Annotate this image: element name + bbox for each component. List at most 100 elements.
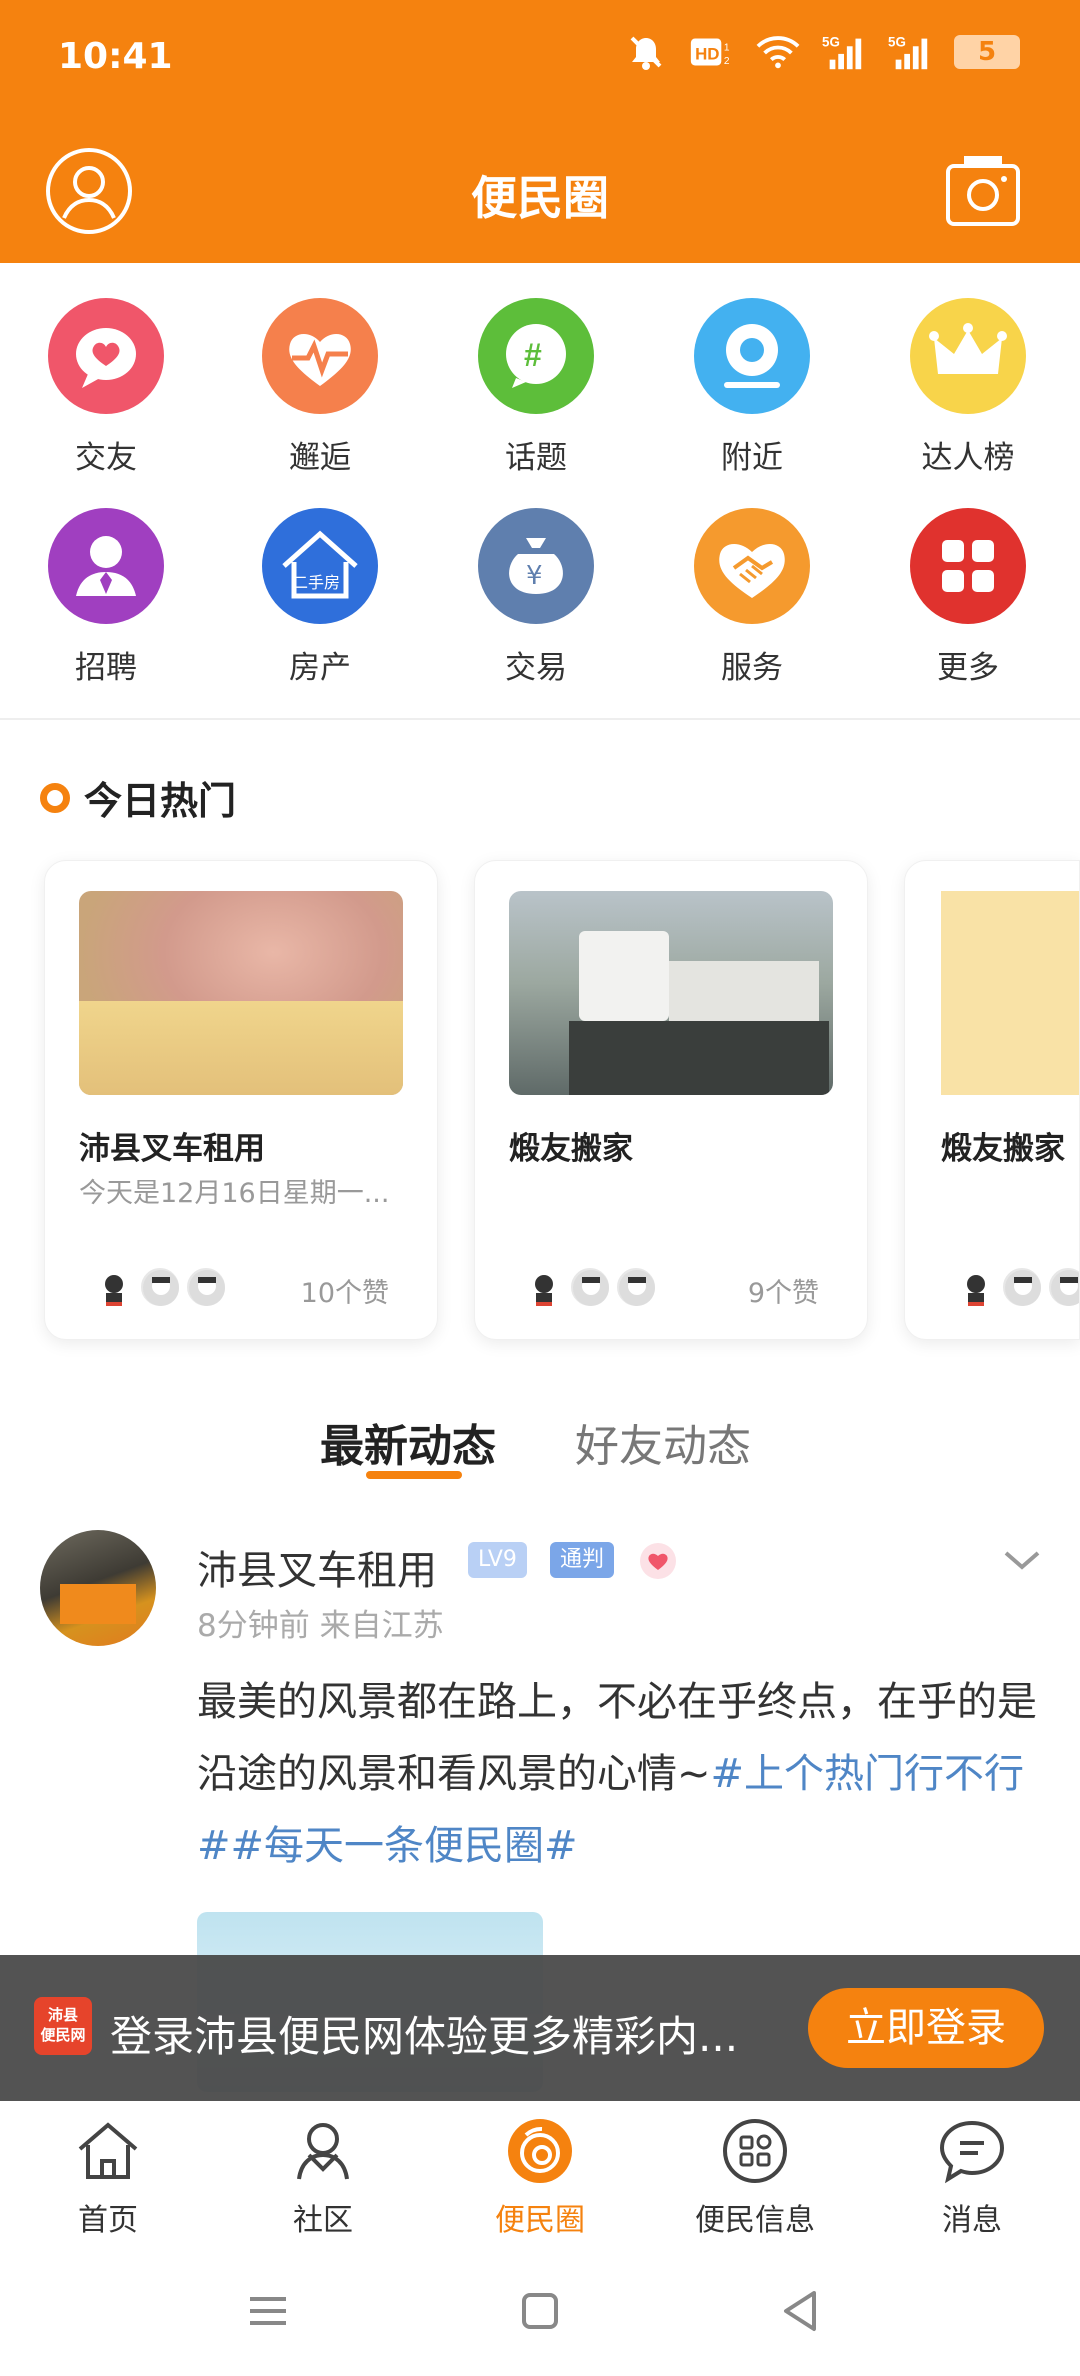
grid-item-leaderboard[interactable]: 达人榜 xyxy=(898,298,1038,488)
mute-icon xyxy=(624,30,668,74)
post-text: 最美的风景都在路上，不必在乎终点，在乎的是沿途的风景和看风景的心情~#上个热门行… xyxy=(197,1666,1037,1882)
camera-button[interactable] xyxy=(944,152,1022,230)
more-grid-icon xyxy=(910,508,1026,624)
card-image xyxy=(79,891,403,1095)
grid-label: 附近 xyxy=(721,440,783,476)
hot-card[interactable]: 煅友搬家 xyxy=(904,860,1080,1340)
circle-icon xyxy=(508,2119,572,2183)
page-title: 便民圈 xyxy=(471,171,609,225)
login-button[interactable]: 立即登录 xyxy=(808,1988,1044,2068)
battery-indicator: 5 xyxy=(954,35,1020,69)
location-icon xyxy=(694,298,810,414)
grid-item-service[interactable]: 服务 xyxy=(682,508,822,698)
card-title: 沛县叉车租用 xyxy=(79,1131,265,1167)
avatar-mascot-icon xyxy=(523,1266,565,1308)
grid-item-topics[interactable]: # 话题 xyxy=(466,298,606,488)
avatar xyxy=(615,1266,657,1308)
system-nav-bar xyxy=(0,2241,1080,2376)
tab-underline xyxy=(366,1471,462,1479)
tab-friends[interactable]: 好友动态 xyxy=(575,1410,751,1474)
category-grid: 交友 邂逅 # 话题 附近 达人榜 招聘 二手房 房产 ¥ 交易 服务 更多 xyxy=(0,290,1080,705)
forklift-shape xyxy=(60,1584,136,1624)
section-divider xyxy=(0,718,1080,720)
home-icon xyxy=(78,2122,138,2179)
svg-text:2: 2 xyxy=(724,56,730,67)
grid-label: 房产 xyxy=(289,650,351,686)
wifi-icon xyxy=(756,30,800,74)
recruit-icon xyxy=(48,508,164,624)
nav-circle[interactable]: 便民圈 xyxy=(465,2115,615,2239)
grid-label: 达人榜 xyxy=(921,440,1015,476)
nav-label: 消息 xyxy=(942,2203,1002,2238)
avatar-mascot-icon xyxy=(93,1266,135,1308)
hot-card[interactable]: 沛县叉车租用 今天是12月16日星期一... 10个赞 xyxy=(44,860,438,1340)
grid-item-realestate[interactable]: 二手房 房产 xyxy=(250,508,390,698)
avatar xyxy=(139,1266,181,1308)
back-icon[interactable] xyxy=(770,2281,830,2341)
card-subtitle: 今天是12月16日星期一... xyxy=(79,1178,390,1209)
post-username[interactable]: 沛县叉车租用 xyxy=(197,1538,437,1596)
status-bar: 10:41 HD 1 2 5G 5G 5 xyxy=(0,0,1080,120)
card-likes: 10个赞 xyxy=(300,1278,389,1309)
avatar xyxy=(569,1266,611,1308)
grid-label: 交易 xyxy=(505,650,567,686)
tab-latest[interactable]: 最新动态 xyxy=(320,1410,496,1474)
level-badge: LV9 xyxy=(468,1542,527,1578)
grid-label: 交友 xyxy=(75,440,137,476)
community-icon xyxy=(297,2123,349,2180)
grid-label: 服务 xyxy=(721,650,783,686)
card-image xyxy=(509,891,833,1095)
svg-text:5G: 5G xyxy=(822,34,840,49)
heart-icon xyxy=(640,1543,676,1579)
grid-label: 邂逅 xyxy=(289,440,351,476)
chevron-down-icon[interactable] xyxy=(1000,1545,1044,1575)
card-avatars xyxy=(523,1266,657,1308)
hot-card[interactable]: 煅友搬家 9个赞 xyxy=(474,860,868,1340)
grid-item-friends[interactable]: 交友 xyxy=(36,298,176,488)
crown-icon xyxy=(910,298,1026,414)
card-title: 煅友搬家 xyxy=(509,1131,633,1167)
heartbeat-icon xyxy=(262,298,378,414)
svg-text:1: 1 xyxy=(724,42,730,53)
truck-bed xyxy=(669,961,819,1021)
nav-info[interactable]: 便民信息 xyxy=(680,2115,830,2239)
bottom-nav: 首页 社区 便民圈 便民信息 消息 xyxy=(0,2101,1080,2241)
app-logo: 沛县 便民网 xyxy=(34,1997,92,2055)
hot-section-title: 今日热门 xyxy=(40,770,236,825)
avatar-mascot-icon xyxy=(955,1266,997,1308)
svg-text:5G: 5G xyxy=(888,34,906,49)
nav-community[interactable]: 社区 xyxy=(248,2115,398,2239)
svg-text:#: # xyxy=(524,337,542,373)
hot-title-text: 今日热门 xyxy=(84,779,237,823)
grid-label: 招聘 xyxy=(75,650,137,686)
signal-5g-icon-2: 5G xyxy=(888,30,932,74)
post-avatar[interactable] xyxy=(40,1530,156,1646)
nav-messages[interactable]: 消息 xyxy=(897,2115,1047,2239)
camera-icon xyxy=(946,156,1020,226)
app-bar: 便民圈 xyxy=(0,140,1080,250)
nav-home[interactable]: 首页 xyxy=(33,2115,183,2239)
message-icon xyxy=(939,2120,1005,2184)
status-time: 10:41 xyxy=(58,36,173,77)
grid-item-jobs[interactable]: 招聘 xyxy=(36,508,176,698)
grid-item-nearby[interactable]: 附近 xyxy=(682,298,822,488)
status-icons: HD 1 2 5G 5G 5 xyxy=(624,30,1020,74)
grid-item-more[interactable]: 更多 xyxy=(898,508,1038,698)
grid-label: 更多 xyxy=(937,650,999,686)
header: 10:41 HD 1 2 5G 5G 5 便民圈 xyxy=(0,0,1080,263)
post-meta: 8分钟前 来自江苏 xyxy=(197,1608,444,1644)
money-bag-icon: ¥ xyxy=(478,508,594,624)
info-grid-icon xyxy=(723,2119,787,2183)
grid-item-encounter[interactable]: 邂逅 xyxy=(250,298,390,488)
menu-icon[interactable] xyxy=(238,2281,298,2341)
banner-text: 登录沛县便民网体验更多精彩内... xyxy=(110,2012,739,2061)
card-image-fabric xyxy=(79,1001,403,1095)
nav-label: 社区 xyxy=(293,2203,353,2238)
card-title: 煅友搬家 xyxy=(941,1131,1065,1167)
card-avatars xyxy=(93,1266,227,1308)
home-button-icon[interactable] xyxy=(510,2281,570,2341)
grid-item-trade[interactable]: ¥ 交易 xyxy=(466,508,606,698)
role-badge: 通判 xyxy=(550,1542,615,1578)
card-likes: 9个赞 xyxy=(747,1278,819,1309)
hd-icon: HD 1 2 xyxy=(690,30,734,74)
